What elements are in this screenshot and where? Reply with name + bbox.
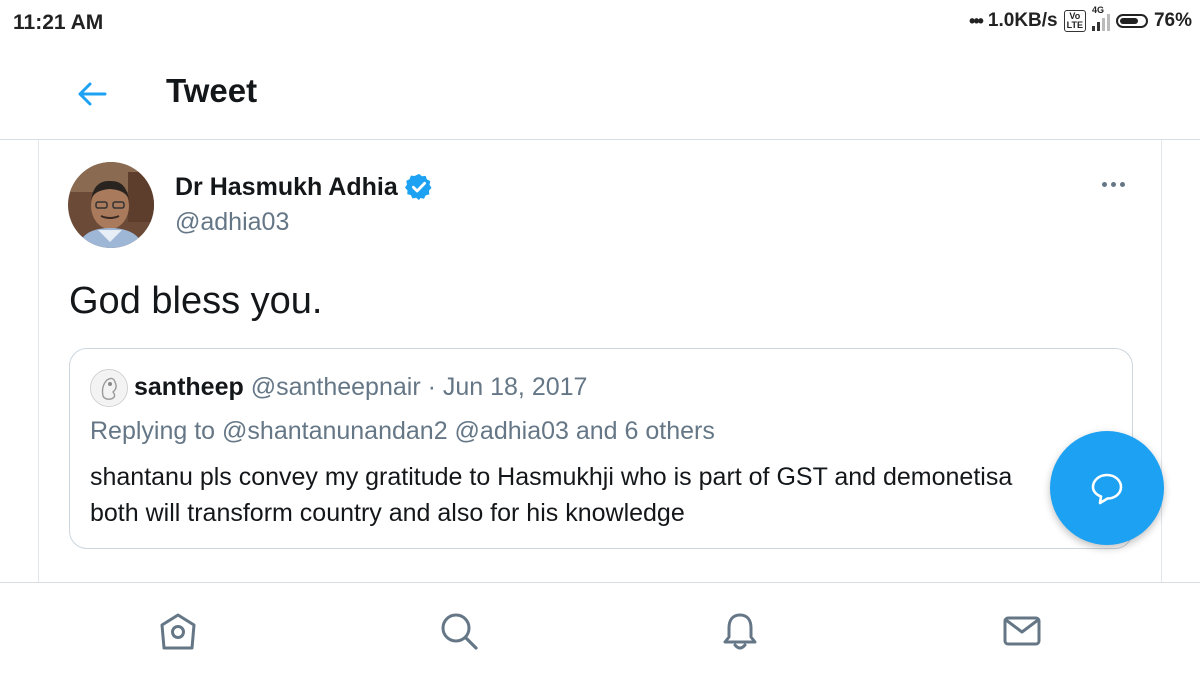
replying-to-prefix: Replying to: [90, 417, 223, 445]
arrow-left-icon: [78, 82, 107, 106]
replying-to-users[interactable]: @shantanunandan2 @adhia03: [222, 417, 569, 445]
nav-messages[interactable]: [1000, 609, 1044, 653]
status-time: 11:21 AM: [13, 11, 104, 34]
back-button[interactable]: [72, 74, 112, 114]
status-bar: 11:21 AM ••• 1.0KB/s Vo LTE 4G 76%: [0, 0, 1200, 48]
signal-label: 4G: [1091, 5, 1104, 15]
nav-home[interactable]: [156, 609, 200, 653]
verified-badge-icon: [404, 173, 432, 201]
replying-to-line: Replying to @shantanunandan2 @adhia03 an…: [90, 417, 715, 446]
quoted-tweet-header: santheep @santheepnair · Jun 18, 2017: [134, 373, 587, 402]
network-speed: 1.0KB/s: [987, 10, 1058, 31]
quoted-author-avatar: [90, 369, 128, 407]
author-handle[interactable]: @adhia03: [175, 208, 289, 237]
tweet-text: God bless you.: [69, 280, 323, 322]
quoted-tweet-text-line: shantanu pls convey my gratitude to Hasm…: [90, 463, 1013, 491]
tweet-detail: Dr Hasmukh Adhia @adhia03 God bless you.…: [38, 140, 1162, 582]
compose-reply-icon: [1091, 473, 1123, 505]
author-name-text: Dr Hasmukh Adhia: [175, 172, 398, 201]
home-icon: [160, 613, 196, 650]
nav-search[interactable]: [437, 609, 481, 653]
author-avatar[interactable]: [68, 162, 154, 248]
quoted-author-name: santheep: [134, 373, 244, 401]
battery-percent: 76%: [1153, 10, 1192, 31]
more-notifications-icon: •••: [969, 10, 984, 31]
quoted-tweet-text: shantanu pls convey my gratitude to Hasm…: [90, 459, 1012, 531]
quoted-tweet[interactable]: santheep @santheepnair · Jun 18, 2017 Re…: [69, 348, 1133, 549]
more-horizontal-icon: [1101, 181, 1107, 187]
page-title: Tweet: [166, 72, 258, 109]
quoted-author-handle: @santheepnair: [250, 373, 421, 401]
search-icon: [441, 613, 478, 650]
messages-icon: [1003, 616, 1041, 646]
bottom-navigation: [0, 582, 1200, 675]
meta-separator: ·: [420, 373, 443, 401]
status-indicators: ••• 1.0KB/s Vo LTE 4G 76%: [969, 5, 1192, 32]
reply-fab-button[interactable]: [1050, 431, 1164, 545]
battery-icon: [1115, 14, 1148, 28]
quoted-tweet-text-line: both will transform country and also for…: [90, 499, 685, 527]
signal-icon: 4G: [1091, 5, 1110, 31]
volte-icon: Vo LTE: [1063, 10, 1086, 32]
author-name[interactable]: Dr Hasmukh Adhia: [175, 172, 434, 202]
notifications-icon: [723, 613, 757, 650]
replying-to-others[interactable]: and 6 others: [569, 417, 715, 445]
top-app-bar: Tweet: [0, 48, 1200, 140]
more-options-button[interactable]: [1095, 174, 1131, 194]
nav-notifications[interactable]: [718, 609, 762, 653]
quoted-tweet-date: Jun 18, 2017: [442, 373, 588, 401]
